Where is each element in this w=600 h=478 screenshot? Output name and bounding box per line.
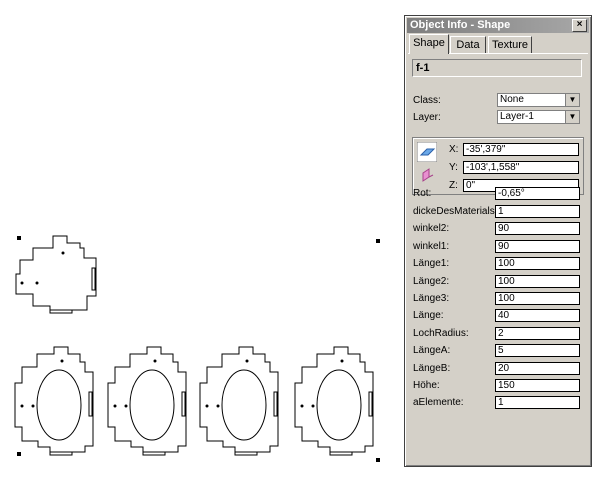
rot-field[interactable]: -0,65° (495, 187, 580, 200)
param-label: LochRadius: (413, 328, 469, 339)
shape-piece-large-1[interactable] (14, 346, 94, 456)
param-label: Länge: (413, 310, 444, 321)
selection-handle[interactable] (376, 458, 380, 462)
param-field[interactable]: 100 (495, 275, 580, 288)
layer-label: Layer: (413, 112, 441, 123)
class-select[interactable]: None ▼ (497, 93, 580, 107)
layer-select-value: Layer-1 (500, 111, 534, 122)
class-label: Class: (413, 95, 441, 106)
param-label: Höhe: (413, 380, 440, 391)
selection-handle[interactable] (376, 239, 380, 243)
shape-piece-small[interactable] (15, 235, 97, 314)
chevron-down-icon[interactable]: ▼ (565, 94, 579, 106)
param-field[interactable]: 40 (495, 309, 580, 322)
close-icon[interactable]: × (572, 19, 587, 32)
param-label: Länge2: (413, 276, 450, 287)
param-field[interactable]: 1 (495, 396, 580, 409)
tab-texture[interactable]: Texture (488, 36, 532, 53)
plane-xy-icon[interactable] (417, 142, 437, 162)
param-field[interactable]: 5 (495, 344, 580, 357)
shape-piece-large-3[interactable] (199, 346, 279, 456)
shape-piece-large-4[interactable] (294, 346, 374, 456)
param-label: winkel2: (413, 223, 450, 234)
rot-label: Rot: (413, 188, 432, 199)
y-label: Y: (449, 162, 458, 173)
tab-data[interactable]: Data (450, 36, 486, 53)
class-select-value: None (500, 94, 524, 105)
param-label: winkel1: (413, 241, 450, 252)
param-field[interactable]: 150 (495, 379, 580, 392)
drawing-area[interactable] (0, 0, 400, 475)
param-label: LängeA: (413, 345, 451, 356)
param-field[interactable]: 2 (495, 327, 580, 340)
layer-select[interactable]: Layer-1 ▼ (497, 110, 580, 124)
plane-z-icon[interactable] (417, 166, 437, 186)
x-label: X: (449, 144, 459, 155)
param-field[interactable]: 100 (495, 257, 580, 270)
z-label: Z: (449, 180, 458, 191)
selection-handle[interactable] (17, 452, 21, 456)
param-label: dickeDesMaterials: (413, 206, 498, 217)
param-label: Länge1: (413, 258, 450, 269)
object-info-palette: Object Info - Shape × Shape Data Texture… (404, 15, 592, 467)
palette-titlebar[interactable]: Object Info - Shape × (407, 18, 589, 33)
drawing-canvas[interactable] (0, 0, 400, 475)
x-field[interactable]: -35',379" (463, 143, 579, 156)
param-field[interactable]: 90 (495, 222, 580, 235)
param-field[interactable]: 100 (495, 292, 580, 305)
shape-piece-large-2[interactable] (107, 346, 187, 456)
palette-title: Object Info - Shape (410, 19, 511, 31)
param-label: LängeB: (413, 363, 451, 374)
param-field[interactable]: 1 (495, 205, 580, 218)
y-field[interactable]: -103',1,558" (463, 161, 579, 174)
object-name-field[interactable]: f-1 (412, 59, 582, 77)
param-field[interactable]: 90 (495, 240, 580, 253)
selection-handle[interactable] (17, 236, 21, 240)
param-label: aElemente: (413, 397, 464, 408)
param-label: Länge3: (413, 293, 450, 304)
tab-shape[interactable]: Shape (409, 34, 449, 54)
chevron-down-icon[interactable]: ▼ (565, 111, 579, 123)
param-field[interactable]: 20 (495, 362, 580, 375)
